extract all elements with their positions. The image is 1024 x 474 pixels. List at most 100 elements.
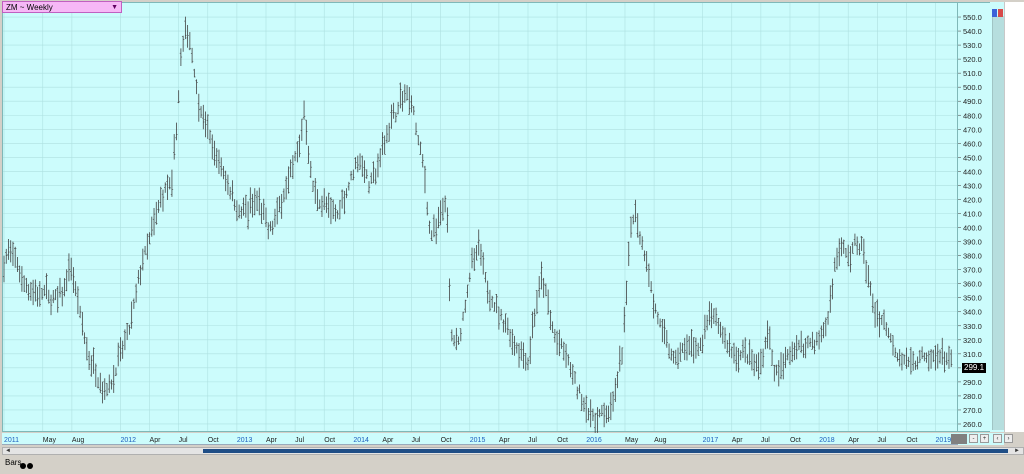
price-bar: [446, 207, 449, 233]
price-bar: [585, 395, 588, 423]
price-bar: [768, 326, 772, 350]
price-bar: [858, 243, 861, 256]
y-tick-label: 540.0: [963, 27, 982, 36]
price-bar: [916, 356, 919, 370]
price-bar: [202, 104, 205, 130]
y-tick-label: 520.0: [963, 55, 982, 64]
price-bar: [387, 122, 391, 142]
scrollbar-thumb[interactable]: [203, 449, 1008, 453]
x-year-label: 2012: [120, 437, 136, 444]
price-bar: [275, 197, 279, 225]
price-bar: [318, 199, 321, 210]
price-bar: [605, 405, 608, 424]
price-bar: [287, 166, 290, 194]
y-tick-label: 440.0: [963, 167, 982, 176]
symbol-selector[interactable]: ZM ~ Weekly ▼: [2, 1, 122, 13]
price-bar: [894, 347, 897, 358]
price-bar: [134, 283, 138, 303]
x-month-label: Apr: [150, 437, 162, 444]
price-bar: [470, 247, 474, 269]
price-bar: [385, 125, 389, 144]
price-bar: [358, 153, 362, 170]
price-bar: [354, 157, 357, 170]
zoom-in-button[interactable]: +: [980, 434, 989, 443]
price-bar: [589, 399, 592, 428]
price-bar: [396, 101, 400, 115]
price-bar: [607, 405, 610, 422]
blue-square-icon[interactable]: [992, 9, 997, 17]
price-bar: [18, 265, 21, 283]
chart-style-label[interactable]: Bars: [5, 456, 21, 470]
price-bar: [284, 176, 288, 200]
x-month-label: Jul: [412, 437, 421, 444]
price-bar: [582, 397, 586, 412]
dropdown-arrow-icon[interactable]: ▼: [111, 2, 118, 14]
price-bar: [255, 190, 259, 212]
price-bar: [464, 299, 467, 313]
price-bar: [347, 181, 351, 191]
price-bar: [316, 189, 319, 212]
price-bar: [802, 343, 805, 358]
price-bar: [755, 354, 758, 372]
horizontal-scrollbar[interactable]: ◄ ►: [2, 447, 1024, 455]
price-bar: [806, 335, 810, 349]
price-bar: [166, 174, 169, 201]
price-bar: [161, 189, 165, 212]
price-bar: [5, 248, 8, 264]
price-bar: [323, 188, 326, 210]
price-bar: [92, 347, 95, 374]
y-tick-label: 310.0: [963, 350, 982, 359]
scroll-forward-button[interactable]: ›: [1004, 434, 1013, 443]
price-bar: [898, 349, 901, 367]
price-bar: [421, 153, 424, 168]
scroll-back-button[interactable]: ‹: [993, 434, 1002, 443]
x-month-label: Oct: [441, 437, 452, 444]
x-year-label: 2011: [4, 437, 19, 444]
price-bar: [356, 155, 360, 173]
price-bar: [670, 348, 673, 361]
price-bar: [119, 337, 122, 362]
price-bar: [172, 134, 176, 160]
y-tick-label: 410.0: [963, 209, 982, 218]
x-month-label: Oct: [906, 437, 917, 444]
price-bar: [889, 333, 892, 343]
price-bar: [616, 371, 619, 389]
price-bar: [831, 278, 834, 300]
price-bar: [508, 329, 512, 348]
price-bar: [945, 352, 948, 366]
x-month-label: Apr: [732, 437, 744, 444]
x-year-label: 2013: [237, 437, 253, 444]
scroll-right-icon[interactable]: ►: [1014, 448, 1020, 454]
time-scale-block[interactable]: [951, 434, 967, 444]
price-bar: [746, 354, 749, 365]
price-bar: [905, 347, 908, 369]
price-bar: [231, 180, 234, 202]
x-axis-strip[interactable]: 2011 May Aug 2012 Apr Jul Oct 2013 Apr Jul Oct 2014…: [2, 433, 958, 445]
price-bar: [267, 222, 270, 240]
price-bar: [679, 342, 682, 362]
y-tick-label: 490.0: [963, 97, 982, 106]
x-year-label: 2015: [470, 437, 486, 444]
x-month-label: Aug: [654, 437, 667, 444]
price-bar: [562, 341, 566, 361]
price-bar: [667, 343, 671, 359]
price-bar: [855, 236, 859, 256]
scroll-left-icon[interactable]: ◄: [5, 448, 11, 454]
price-bar: [327, 192, 330, 218]
x-year-label: 2019: [936, 437, 952, 444]
price-bar: [853, 233, 857, 246]
price-bar: [455, 327, 458, 351]
price-bar: [296, 141, 299, 163]
bars-style-icon[interactable]: [20, 460, 34, 469]
y-tick-label: 340.0: [963, 308, 982, 317]
price-bar: [690, 329, 693, 357]
price-bar: [750, 349, 754, 371]
price-bar: [766, 320, 769, 349]
price-bar: [34, 279, 37, 302]
price-bar: [757, 352, 760, 380]
price-bar: [240, 206, 243, 219]
price-bar: [553, 328, 557, 343]
price-bar: [537, 276, 541, 298]
red-square-icon[interactable]: [998, 9, 1003, 17]
zoom-out-button[interactable]: -: [969, 434, 978, 443]
